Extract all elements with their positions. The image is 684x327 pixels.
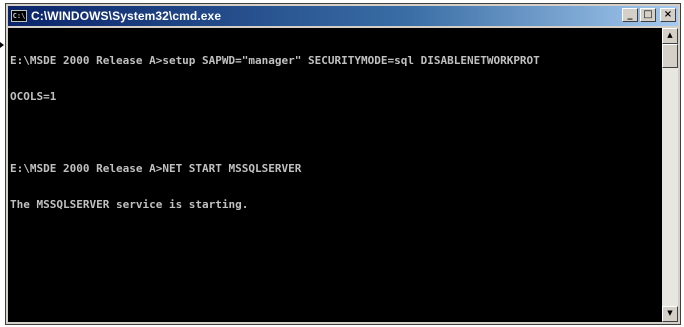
console-line: The MSSQLSERVER service is starting. xyxy=(10,198,249,211)
console-line: E:\MSDE 2000 Release A>NET START MSSQLSE… xyxy=(10,162,302,175)
close-button[interactable]: × xyxy=(660,8,676,22)
scroll-up-button[interactable]: ▲ xyxy=(662,28,678,44)
pointer-arrow-icon xyxy=(0,42,4,48)
minimize-button[interactable]: _ xyxy=(622,8,638,22)
maximize-button[interactable]: □ xyxy=(640,8,656,22)
console-line: OCOLS=1 xyxy=(10,90,57,103)
console-output[interactable]: E:\MSDE 2000 Release A>setup SAPWD="mana… xyxy=(8,28,664,322)
title-bar[interactable]: C:\ C:\WINDOWS\System32\cmd.exe _ □ × xyxy=(8,6,678,26)
scroll-down-button[interactable]: ▼ xyxy=(662,306,678,322)
vertical-scrollbar[interactable]: ▲ ▼ xyxy=(662,28,678,322)
console-line: E:\MSDE 2000 Release A>setup SAPWD="mana… xyxy=(10,54,540,67)
cmd-icon[interactable]: C:\ xyxy=(11,10,27,22)
scroll-thumb[interactable] xyxy=(662,44,678,68)
cmd-window: C:\ C:\WINDOWS\System32\cmd.exe _ □ × E:… xyxy=(5,3,681,325)
window-title: C:\WINDOWS\System32\cmd.exe xyxy=(31,9,222,23)
window-controls: _ □ × xyxy=(622,8,676,22)
